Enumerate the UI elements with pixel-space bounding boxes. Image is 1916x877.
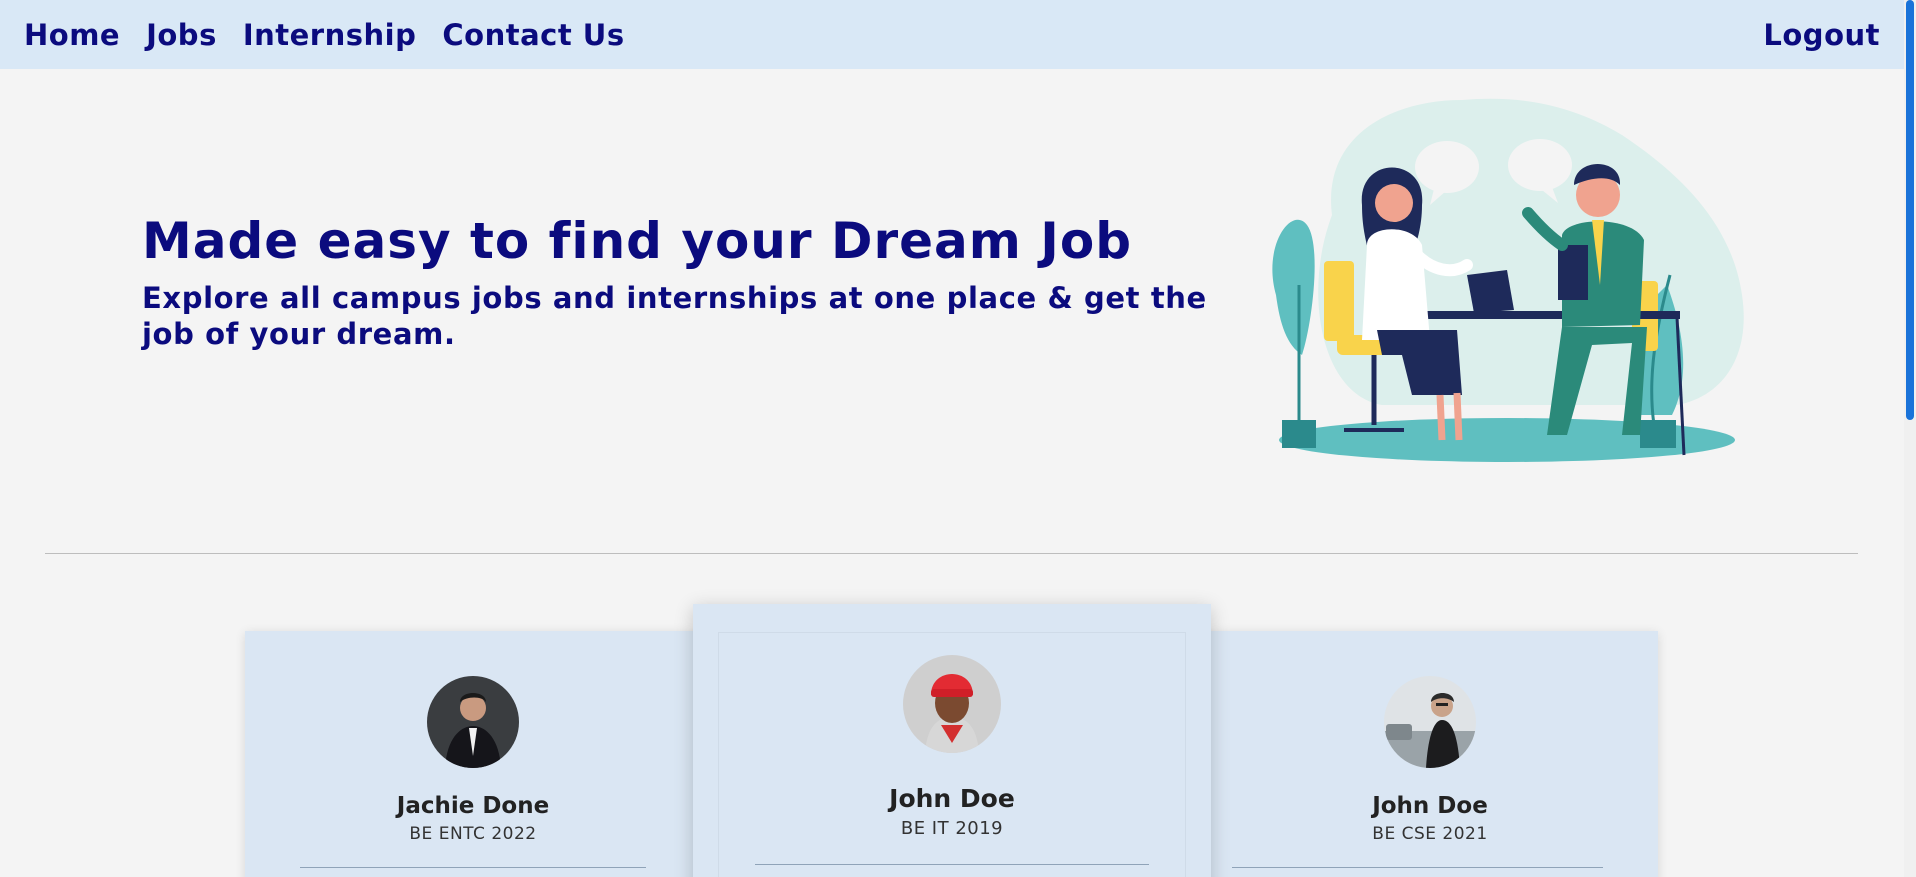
page-scrollbar[interactable]	[1904, 0, 1916, 877]
avatar	[1384, 676, 1476, 768]
profile-card-left[interactable]: Jachie Done BE ENTC 2022	[245, 631, 701, 877]
nav-link-contact-us[interactable]: Contact Us	[442, 18, 624, 52]
profile-name: John Doe	[1372, 793, 1488, 819]
card-rule	[755, 864, 1149, 865]
profile-degree: BE CSE 2021	[1372, 824, 1488, 844]
section-divider	[45, 553, 1858, 554]
hero-subtitle: Explore all campus jobs and internships …	[142, 281, 1207, 351]
card-rule	[1232, 867, 1603, 868]
profile-card-right[interactable]: John Doe BE CSE 2021	[1202, 631, 1658, 877]
card-rule	[300, 867, 646, 868]
avatar	[427, 676, 519, 768]
logout-link[interactable]: Logout	[1763, 18, 1880, 52]
profile-card-center[interactable]: John Doe BE IT 2019	[693, 604, 1211, 877]
nav-link-internship[interactable]: Internship	[243, 18, 417, 52]
top-navbar: Home Jobs Internship Contact Us Logout	[0, 0, 1904, 69]
avatar	[903, 655, 1001, 753]
nav-links: Home Jobs Internship Contact Us	[24, 18, 625, 52]
hero-illustration	[1272, 98, 1744, 462]
nav-link-jobs[interactable]: Jobs	[146, 18, 217, 52]
profile-degree: BE IT 2019	[900, 818, 1004, 839]
scrollbar-thumb[interactable]	[1906, 0, 1914, 420]
profile-name: Jachie Done	[396, 793, 550, 819]
nav-link-home[interactable]: Home	[24, 18, 120, 52]
profile-degree: BE ENTC 2022	[409, 824, 537, 844]
profile-name: John Doe	[889, 784, 1015, 813]
hero-title: Made easy to find your Dream Job	[142, 212, 1133, 270]
